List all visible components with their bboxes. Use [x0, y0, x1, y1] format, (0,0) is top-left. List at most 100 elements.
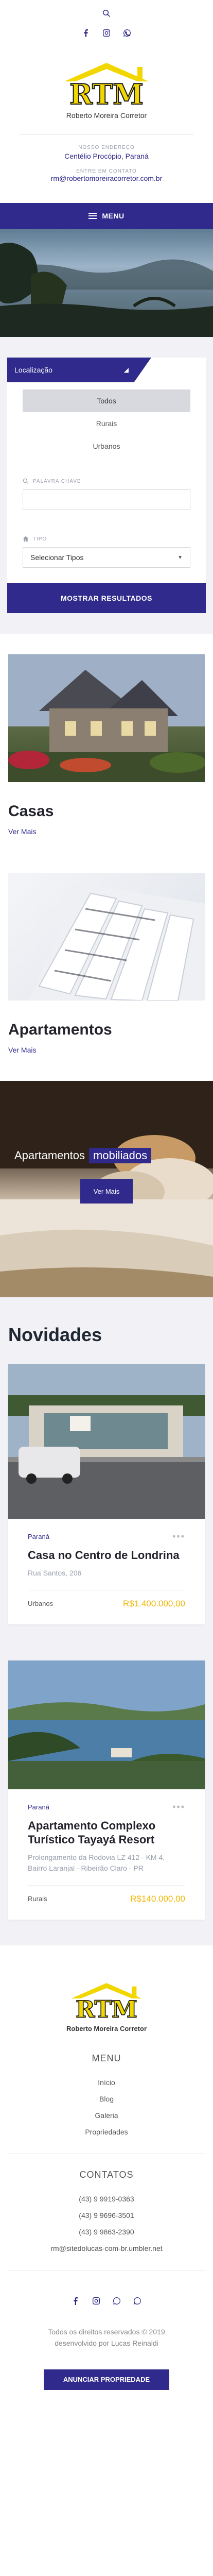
furnished-title-highlight: mobiliados — [88, 1148, 152, 1163]
property-image[interactable] — [8, 1364, 205, 1519]
property-divider — [28, 1885, 185, 1886]
keyword-input[interactable] — [23, 489, 190, 510]
footer-link-inicio[interactable]: Início — [0, 2074, 213, 2091]
contact-email-link[interactable]: rm@robertomoreiracorretor.com.br — [51, 174, 163, 182]
contact-block: ENTRE EM CONTATO rm@robertomoreiracorret… — [0, 168, 213, 183]
social-links — [81, 28, 132, 38]
show-results-button[interactable]: MOSTRAR RESULTADOS — [7, 583, 206, 613]
site-footer: RTM Roberto Moreira Corretor MENU Início… — [0, 1945, 213, 2411]
footer-contacts-heading: CONTATOS — [79, 2169, 134, 2180]
furnished-banner: Apartamentos mobiliados Ver Mais — [0, 1081, 213, 1297]
property-state[interactable]: Paraná — [28, 1533, 49, 1540]
type-select-value: Selecionar Tipos — [30, 553, 84, 562]
facebook-icon[interactable] — [71, 2296, 80, 2306]
location-option-urbanos[interactable]: Urbanos — [23, 435, 190, 457]
location-dropdown[interactable]: Localização ◢ — [7, 358, 151, 382]
property-price: R$140.000,00 — [130, 1893, 185, 1904]
house-photo — [8, 1364, 205, 1519]
category-apartamentos: Apartamentos Ver Mais — [0, 862, 213, 1081]
whatsapp-icon[interactable] — [112, 2296, 121, 2306]
footer-email[interactable]: rm@sitedolucas-com-br.umbler.net — [0, 2240, 213, 2257]
property-state[interactable]: Paraná — [28, 1803, 49, 1811]
search-card: Localização ◢ Todos Rurais Urbanos PALAV… — [7, 358, 206, 613]
instagram-icon[interactable] — [92, 2296, 101, 2306]
location-options: Todos Rurais Urbanos — [7, 382, 206, 457]
footer-logo[interactable]: RTM Roberto Moreira Corretor — [0, 1981, 213, 2032]
footer-social-links — [0, 2296, 213, 2306]
footer-brand-name: Roberto Moreira Corretor — [66, 2024, 147, 2032]
casas-image[interactable] — [8, 654, 205, 782]
property-name[interactable]: Apartamento Complexo Turístico Tayayá Re… — [28, 1819, 185, 1847]
address-label: NOSSO ENDEREÇO — [78, 145, 135, 150]
footer-link-propriedades[interactable]: Propriedades — [0, 2124, 213, 2140]
type-label-row: TIPO — [23, 536, 190, 542]
more-options-icon[interactable]: ••• — [172, 1802, 185, 1812]
site-header: RTM Roberto Moreira Corretor NOSSO ENDER… — [0, 46, 213, 203]
property-type: Urbanos — [28, 1600, 54, 1607]
location-tab-label: Localização — [14, 366, 52, 374]
category-casas: Casas Ver Mais — [0, 634, 213, 862]
announce-property-button[interactable]: ANUNCIAR PROPRIEDADE — [44, 2369, 169, 2390]
caret-down-icon: ▼ — [177, 554, 183, 561]
hamburger-icon — [88, 213, 97, 219]
whatsapp-icon[interactable] — [133, 2296, 142, 2306]
search-fields: PALAVRA CHAVE TIPO Selecionar Tipos ▼ — [7, 457, 206, 583]
facebook-icon[interactable] — [81, 28, 91, 38]
hero-landscape — [0, 243, 213, 337]
menu-toggle[interactable]: MENU — [0, 203, 213, 229]
property-price: R$1.400.000,00 — [123, 1598, 185, 1608]
property-footer: Urbanos R$1.400.000,00 — [28, 1599, 185, 1609]
apartamentos-image[interactable] — [8, 873, 205, 1001]
property-address: Prolongamento da Rodovia LZ 412 - KM 4, … — [28, 1853, 165, 1872]
footer-link-blog[interactable]: Blog — [0, 2091, 213, 2107]
footer-link-galeria[interactable]: Galeria — [0, 2107, 213, 2124]
property-top-row: Paraná ••• — [28, 1802, 185, 1812]
hero-lake-image — [0, 229, 213, 337]
property-card[interactable]: Paraná ••• Apartamento Complexo Turístic… — [8, 1660, 205, 1920]
svg-text:RTM: RTM — [69, 78, 144, 107]
footer-copyright: Todos os direitos reservados © 2019 — [48, 2327, 165, 2336]
type-select[interactable]: Selecionar Tipos ▼ — [23, 547, 190, 568]
furnished-ver-mais-button[interactable]: Ver Mais — [80, 1179, 133, 1204]
footer-phone[interactable]: (43) 9 9863-2390 — [0, 2224, 213, 2240]
keyword-label-row: PALAVRA CHAVE — [23, 478, 190, 484]
contact-label: ENTRE EM CONTATO — [76, 168, 137, 174]
property-card[interactable]: Paraná ••• Casa no Centro de Londrina Ru… — [8, 1364, 205, 1624]
search-section: Localização ◢ Todos Rurais Urbanos PALAV… — [0, 337, 213, 634]
more-options-icon[interactable]: ••• — [172, 1531, 185, 1542]
instagram-icon[interactable] — [102, 28, 111, 38]
address-block: NOSSO ENDEREÇO Centélio Procópio, Paraná — [0, 145, 213, 160]
news-section: Novidades Paraná ••• Casa no Centro de L… — [0, 1297, 213, 1945]
menu-label: MENU — [102, 212, 125, 220]
brand-name: Roberto Moreira Corretor — [66, 111, 147, 120]
apartamentos-ver-mais-link[interactable]: Ver Mais — [8, 1046, 36, 1054]
news-title: Novidades — [8, 1324, 102, 1345]
property-body: Paraná ••• Casa no Centro de Londrina Ru… — [8, 1519, 205, 1624]
whatsapp-icon[interactable] — [122, 28, 132, 38]
keyword-label: PALAVRA CHAVE — [33, 478, 81, 484]
type-label: TIPO — [33, 536, 47, 542]
footer-phone[interactable]: (43) 9 9919-0363 — [0, 2191, 213, 2207]
search-icon[interactable] — [102, 9, 111, 18]
location-option-todos[interactable]: Todos — [23, 389, 190, 412]
house-illustration — [8, 654, 205, 782]
apartamentos-title: Apartamentos — [8, 1021, 112, 1038]
property-image[interactable] — [8, 1660, 205, 1789]
location-option-rurais[interactable]: Rurais — [23, 412, 190, 435]
property-body: Paraná ••• Apartamento Complexo Turístic… — [8, 1789, 205, 1920]
logo-mark-icon: RTM — [64, 63, 149, 107]
address-value: Centélio Procópio, Paraná — [64, 152, 149, 160]
logo-mark-icon: RTM — [71, 1982, 142, 2021]
apartment-building-illustration — [29, 883, 205, 1001]
search-icon — [23, 478, 29, 484]
footer-credit: desenvolvido por Lucas Reinaldi — [55, 2338, 158, 2347]
caret-down-icon: ◢ — [123, 366, 129, 374]
resort-lake-photo — [8, 1660, 205, 1789]
footer-phone[interactable]: (43) 9 9696-3501 — [0, 2207, 213, 2224]
casas-ver-mais-link[interactable]: Ver Mais — [8, 827, 36, 836]
property-type: Rurais — [28, 1895, 47, 1903]
logo[interactable]: RTM Roberto Moreira Corretor — [0, 62, 213, 120]
property-address: Rua Santos, 206 — [28, 1568, 82, 1577]
svg-text:RTM: RTM — [76, 1995, 137, 2020]
property-name[interactable]: Casa no Centro de Londrina — [28, 1548, 185, 1563]
